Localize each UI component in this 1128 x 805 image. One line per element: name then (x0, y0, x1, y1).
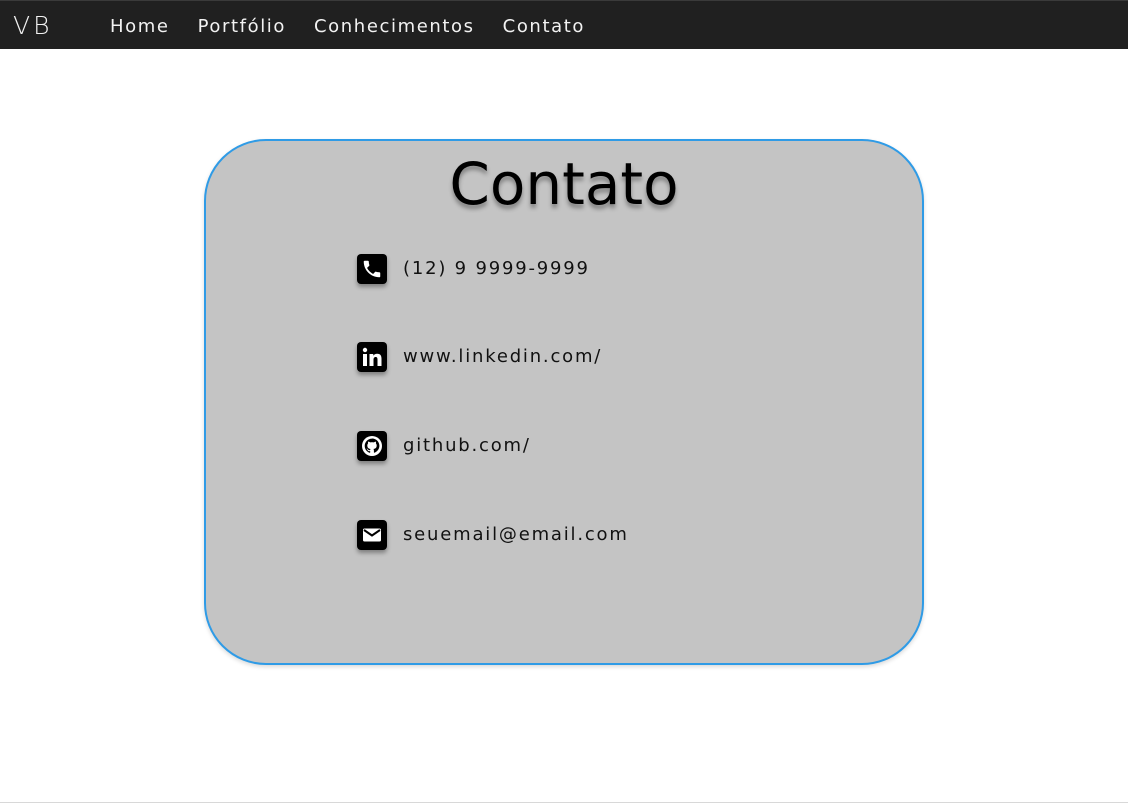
contact-item-linkedin[interactable]: www.linkedin.com/ (357, 340, 602, 374)
github-icon (357, 431, 387, 461)
nav-link-conhecimentos[interactable]: Conhecimentos (314, 16, 475, 38)
contact-card: Contato (12) 9 9999-9999 www.linkedin.co… (204, 139, 924, 665)
linkedin-text: www.linkedin.com/ (403, 346, 603, 367)
nav-link-home[interactable]: Home (110, 16, 170, 38)
nav-link-portfolio[interactable]: Portfólio (198, 16, 286, 38)
footer-divider (0, 802, 1128, 803)
phone-text: (12) 9 9999-9999 (403, 258, 590, 279)
nav-link-contato[interactable]: Contato (503, 16, 585, 38)
linkedin-icon (357, 342, 387, 372)
contact-item-email[interactable]: seuemail@email.com (357, 518, 629, 552)
phone-icon (357, 254, 387, 284)
contact-item-phone[interactable]: (12) 9 9999-9999 (357, 252, 590, 286)
contact-title: Contato (449, 150, 679, 218)
nav-links: Home Portfólio Conhecimentos Contato (110, 16, 613, 38)
github-text: github.com/ (403, 435, 531, 456)
email-icon (357, 520, 387, 550)
email-text: seuemail@email.com (403, 524, 629, 545)
contact-item-github[interactable]: github.com/ (357, 429, 531, 463)
brand-logo[interactable]: VB (13, 11, 52, 41)
top-navbar: VB Home Portfólio Conhecimentos Contato (0, 0, 1128, 49)
